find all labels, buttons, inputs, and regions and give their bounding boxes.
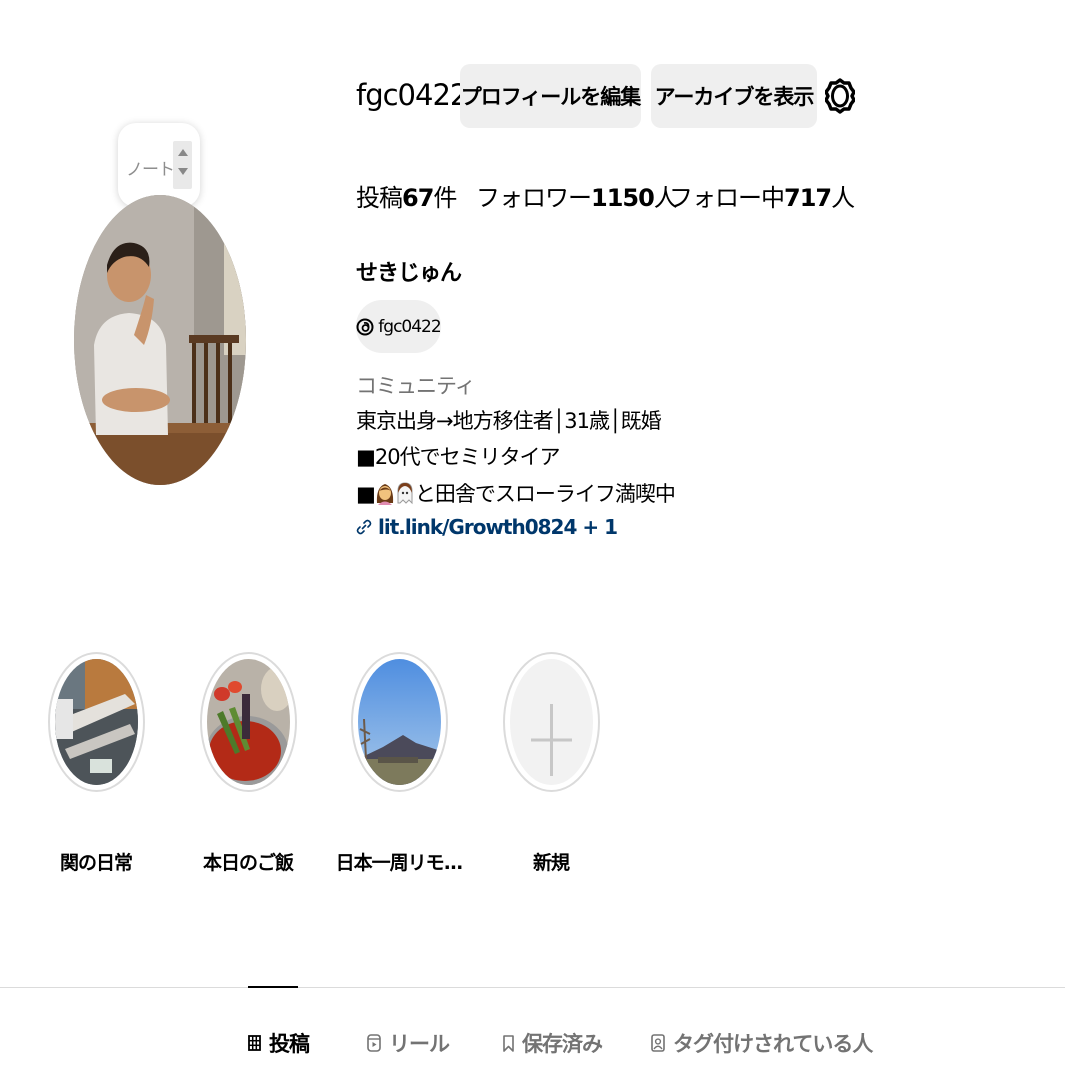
new-highlight-circle [510, 659, 593, 785]
bio-line-1: 東京出身→地方移住者│31歳│既婚 [356, 409, 662, 433]
stat-following-count: 717 [784, 184, 832, 212]
tab-divider [0, 987, 1065, 988]
highlight-item[interactable] [200, 652, 297, 792]
edit-profile-button[interactable]: プロフィールを編集 [460, 64, 641, 128]
active-tab-indicator [248, 986, 298, 988]
view-archive-button[interactable]: アーカイブを表示 [651, 64, 817, 128]
highlight-cover-image [358, 659, 441, 785]
profile-link[interactable]: lit.link/Growth0824 + 1 [356, 515, 618, 539]
bio-line-3-text: と田舎でスローライフ満喫中 [414, 482, 676, 506]
tagged-icon [651, 1034, 665, 1052]
profile-avatar[interactable] [74, 195, 246, 485]
profile-full-name: せきじゅん [356, 261, 462, 286]
highlight-cover-image [207, 659, 290, 785]
stat-following-label: フォロー中 [669, 184, 785, 212]
threads-badge[interactable]: fgc0422 [356, 300, 442, 353]
highlight-item[interactable] [48, 652, 145, 792]
highlight-label: 日本一周リモ... [335, 852, 464, 874]
stat-posts-count: 67 [402, 184, 434, 212]
bookmark-icon [503, 1034, 514, 1052]
tab-posts-label: 投稿 [269, 1032, 310, 1056]
stat-posts: 投稿67件 [356, 178, 457, 213]
highlight-cover-image [55, 659, 138, 785]
stat-followers[interactable]: フォロワー1150人 [476, 178, 678, 213]
profile-username: fgc0422 [356, 78, 468, 112]
grid-icon [248, 1035, 261, 1051]
stat-followers-count: 1150 [591, 184, 655, 212]
stat-following[interactable]: フォロー中717人 [669, 178, 855, 213]
threads-handle: fgc0422 [378, 316, 441, 337]
bio-line-3: ■ と田舎でスローライフ満喫中 [356, 478, 676, 508]
tab-tagged[interactable]: タグ付けされている人 [651, 1028, 873, 1058]
spinner-down-icon[interactable] [177, 168, 188, 175]
plus-icon [531, 704, 572, 776]
tab-tagged-label: タグ付けされている人 [673, 1032, 873, 1056]
highlight-item[interactable] [351, 652, 448, 792]
new-highlight-button[interactable] [503, 652, 600, 792]
highlight-label-new: 新規 [532, 852, 570, 874]
ghost-emoji-icon [397, 482, 413, 505]
tab-saved[interactable]: 保存済み [503, 1028, 603, 1058]
bio-line-2: ■20代でセミリタイア [356, 445, 561, 469]
stat-following-unit: 人 [831, 184, 855, 212]
highlight-label: 本日のご飯 [202, 852, 294, 874]
stat-followers-label: フォロワー [476, 184, 592, 212]
reels-icon [367, 1034, 381, 1052]
link-icon [356, 519, 372, 535]
stat-posts-label: 投稿 [356, 184, 403, 212]
profile-link-text: lit.link/Growth0824 + 1 [378, 515, 618, 539]
bio-line-3-prefix: ■ [356, 482, 376, 506]
tab-reels-label: リール [389, 1032, 450, 1056]
tab-posts[interactable]: 投稿 [248, 1028, 310, 1058]
highlight-label: 関の日常 [59, 852, 133, 874]
tab-reels[interactable]: リール [367, 1028, 450, 1058]
profile-category: コミュニティ [356, 374, 476, 398]
stat-posts-unit: 件 [433, 184, 457, 212]
spinner-up-icon[interactable] [177, 149, 188, 156]
note-spinner[interactable] [173, 141, 192, 189]
settings-gear-icon[interactable] [824, 78, 856, 114]
woman-emoji-icon [376, 484, 393, 505]
threads-icon [356, 318, 374, 335]
tab-saved-label: 保存済み [522, 1032, 603, 1056]
